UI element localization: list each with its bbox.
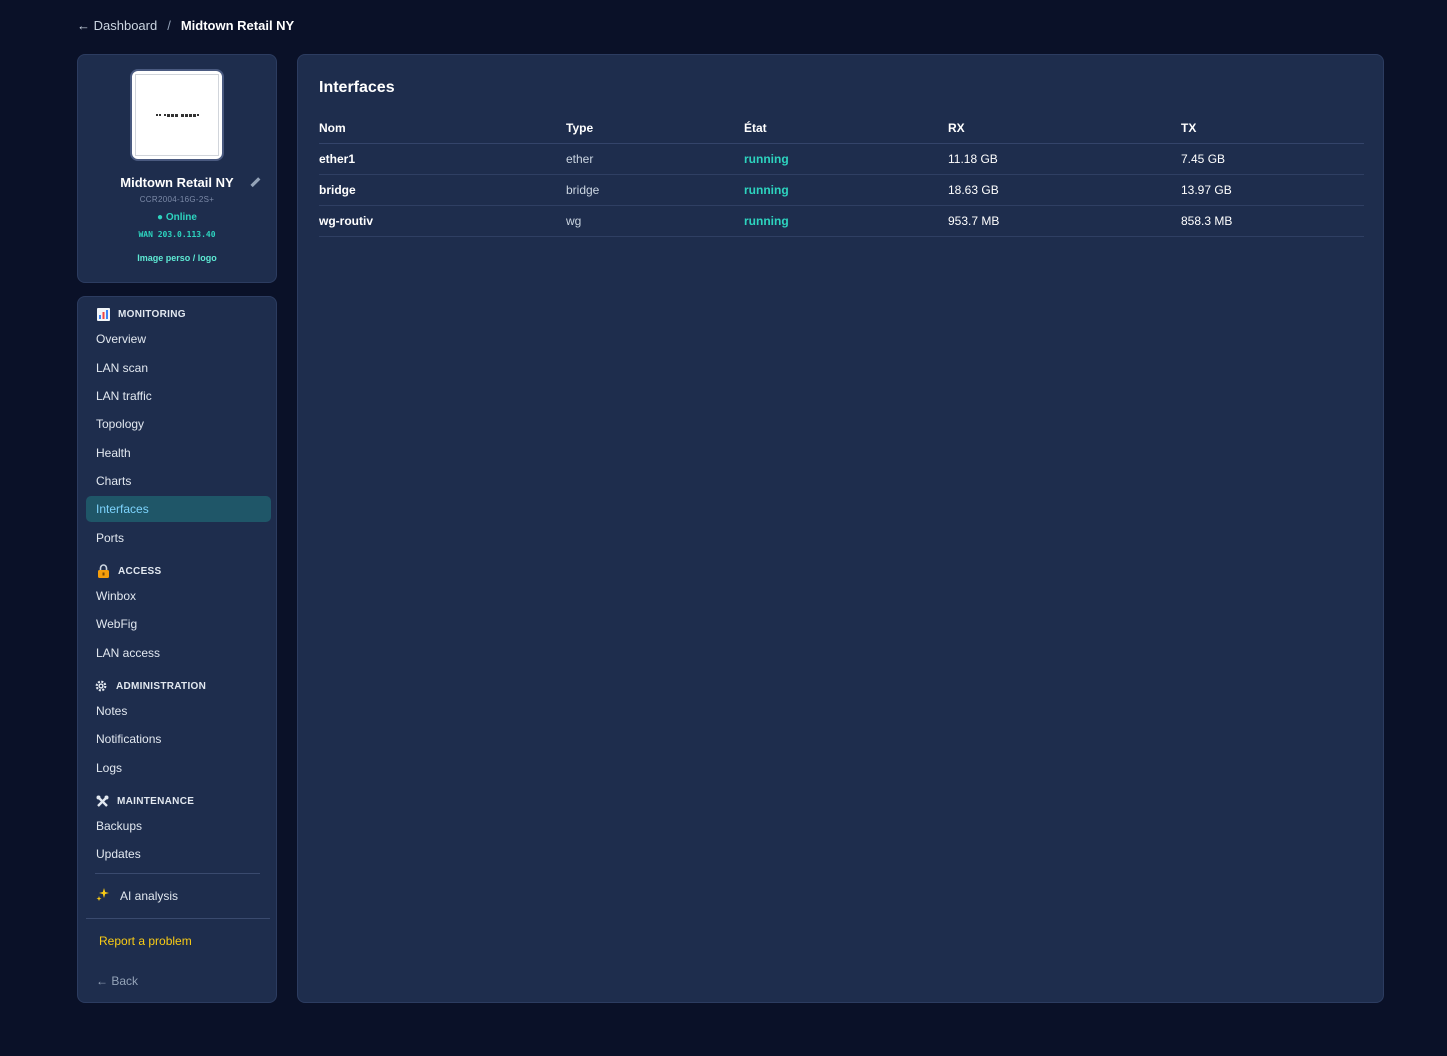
- sidebar-item-health[interactable]: Health: [86, 440, 271, 466]
- section-monitoring: MONITORING: [96, 307, 186, 321]
- sidebar-item-notes[interactable]: Notes: [86, 698, 271, 724]
- back-link[interactable]: ← Back: [96, 974, 138, 988]
- device-name: Midtown Retail NY: [120, 175, 234, 190]
- interface-rx: 11.18 GB: [948, 143, 1181, 175]
- sparkles-icon: [96, 887, 110, 904]
- interface-tx: 7.45 GB: [1181, 143, 1364, 175]
- interface-tx: 13.97 GB: [1181, 174, 1364, 206]
- sidebar-item-topology[interactable]: Topology: [86, 411, 271, 437]
- device-image[interactable]: [130, 69, 224, 161]
- sidebar-item-lan-access[interactable]: LAN access: [86, 640, 271, 666]
- interface-tx: 858.3 MB: [1181, 205, 1364, 237]
- sidebar-item-overview[interactable]: Overview: [86, 326, 271, 352]
- bar-chart-icon: [96, 307, 110, 321]
- section-administration: ADMINISTRATION: [94, 679, 206, 693]
- column-header-rx: RX: [948, 113, 1181, 144]
- sidebar-item-lan-traffic[interactable]: LAN traffic: [86, 383, 271, 409]
- sidebar-item-ai-analysis[interactable]: AI analysis: [96, 887, 178, 904]
- breadcrumb-dashboard-link[interactable]: ← Dashboard: [77, 18, 157, 33]
- interface-name: wg-routiv: [319, 205, 566, 237]
- sidebar-item-lan-scan[interactable]: LAN scan: [86, 355, 271, 381]
- interface-state: running: [744, 205, 948, 237]
- sidebar-item-charts[interactable]: Charts: [86, 468, 271, 494]
- breadcrumb: ← Dashboard / Midtown Retail NY: [77, 18, 294, 33]
- sidebar-item-notifications[interactable]: Notifications: [86, 726, 271, 752]
- column-header-tx: TX: [1181, 113, 1364, 144]
- sidebar-item-updates[interactable]: Updates: [86, 841, 271, 867]
- status-badge: ● Online: [157, 212, 197, 223]
- sidebar-item-ports[interactable]: Ports: [86, 525, 271, 551]
- column-header-type: Type: [566, 113, 744, 144]
- interface-rx: 953.7 MB: [948, 205, 1181, 237]
- sidebar-item-logs[interactable]: Logs: [86, 755, 271, 781]
- interface-name: bridge: [319, 174, 566, 206]
- sidebar-item-winbox[interactable]: Winbox: [86, 583, 271, 609]
- device-card: Midtown Retail NY CCR2004-16G-2S+ ● Onli…: [77, 54, 277, 283]
- interfaces-table: Nom Type État RX TX ether1 ether running…: [319, 113, 1364, 237]
- interfaces-panel: Interfaces Nom Type État RX TX ether1 et…: [297, 54, 1384, 1003]
- lock-icon: [96, 564, 110, 578]
- section-maintenance: MAINTENANCE: [95, 794, 194, 808]
- router-icon: [155, 113, 199, 117]
- divider: [86, 918, 270, 919]
- interface-type: ether: [566, 143, 744, 175]
- page-title: Interfaces: [319, 79, 395, 96]
- column-header-name: Nom: [319, 113, 566, 144]
- breadcrumb-current: Midtown Retail NY: [180, 18, 295, 33]
- interface-state: running: [744, 174, 948, 206]
- sidebar-item-webfig[interactable]: WebFig: [86, 611, 271, 637]
- pencil-icon[interactable]: ▌: [251, 177, 263, 189]
- device-model: CCR2004-16G-2S+: [139, 195, 215, 204]
- divider: [95, 873, 260, 874]
- section-access: ACCESS: [96, 564, 161, 578]
- report-problem-link[interactable]: Report a problem: [99, 934, 192, 948]
- gear-icon: [94, 679, 108, 693]
- tools-icon: [95, 794, 109, 808]
- column-header-state: État: [744, 113, 948, 144]
- interface-type: wg: [566, 205, 744, 237]
- custom-logo-link[interactable]: Image perso / logo: [137, 253, 217, 263]
- table-header-row: Nom Type État RX TX: [319, 113, 1364, 144]
- interface-name: ether1: [319, 143, 566, 175]
- breadcrumb-separator: /: [167, 18, 171, 33]
- table-row: ether1 ether running 11.18 GB 7.45 GB: [319, 143, 1364, 175]
- interface-type: bridge: [566, 174, 744, 206]
- sidebar-nav: MONITORING Overview LAN scan LAN traffic…: [77, 296, 277, 1003]
- sidebar-item-interfaces[interactable]: Interfaces: [86, 496, 271, 522]
- interface-state: running: [744, 143, 948, 175]
- wan-address: WAN 203.0.113.40: [138, 230, 216, 239]
- ai-analysis-label: AI analysis: [120, 888, 179, 903]
- table-row: bridge bridge running 18.63 GB 13.97 GB: [319, 174, 1364, 206]
- table-row: wg-routiv wg running 953.7 MB 858.3 MB: [319, 205, 1364, 237]
- interface-rx: 18.63 GB: [948, 174, 1181, 206]
- sidebar-item-backups[interactable]: Backups: [86, 813, 271, 839]
